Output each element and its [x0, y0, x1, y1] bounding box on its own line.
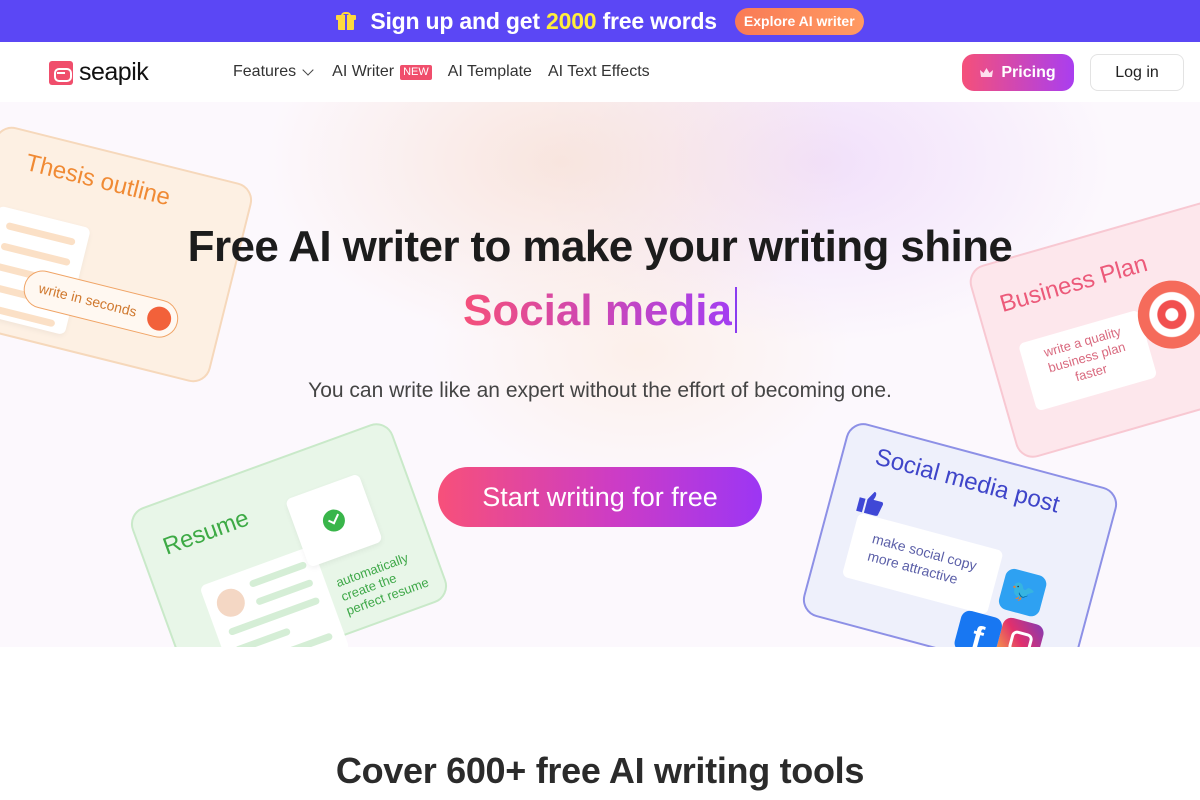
pricing-label: Pricing: [1001, 63, 1056, 81]
resume-card: Resume automatically create the perfect …: [125, 418, 453, 647]
explore-ai-writer-button[interactable]: Explore AI writer: [734, 7, 864, 35]
promo-headline: Sign up and get 2000 free words: [370, 7, 717, 34]
social-media-post-card: Social media post make social copy more …: [798, 419, 1122, 647]
typed-text: Social media: [462, 286, 732, 335]
typed-headline: Social media: [0, 286, 1200, 336]
card-title: Resume: [159, 504, 253, 561]
text-caret: [735, 287, 737, 333]
pricing-button[interactable]: Pricing: [962, 54, 1074, 91]
instagram-icon: [994, 615, 1046, 647]
card-title: Thesis outline: [22, 149, 173, 212]
logo-text: seapik: [79, 58, 149, 86]
avatar-icon: [212, 584, 249, 621]
gift-icon: [336, 12, 357, 30]
card-caption: make social copy more attractive: [841, 512, 1004, 616]
nav-item-label: Features: [233, 63, 297, 80]
login-button[interactable]: Log in: [1090, 54, 1184, 91]
nav-item-ai-writer[interactable]: AI Writer NEW: [332, 63, 432, 81]
hero-section: Thesis outline write in seconds Business…: [0, 102, 1200, 647]
nav-item-ai-template[interactable]: AI Template: [448, 63, 532, 81]
promo-highlight: 2000: [546, 7, 597, 34]
section-title: Cover 600+ free AI writing tools: [335, 750, 865, 791]
nav-item-ai-text-effects[interactable]: AI Text Effects: [548, 63, 650, 81]
new-badge: NEW: [400, 64, 432, 80]
card-caption: automatically create the perfect resume: [333, 549, 431, 619]
hero-subtitle: You can write like an expert without the…: [308, 379, 892, 402]
logo[interactable]: seapik: [49, 58, 149, 87]
nav-menu: Features AI Writer NEW AI Template AI Te…: [233, 42, 650, 102]
nav-item-label: AI Template: [447, 63, 532, 80]
crown-icon: [980, 67, 994, 78]
facebook-icon: f: [952, 608, 1004, 647]
twitter-icon: 🐦: [996, 566, 1049, 619]
top-nav: seapik Features AI Writer NEW AI Templat…: [0, 42, 1200, 102]
logo-icon: [49, 60, 73, 85]
nav-item-features[interactable]: Features: [233, 63, 316, 81]
promo-banner: Sign up and get 2000 free words Explore …: [0, 0, 1200, 42]
start-writing-button[interactable]: Start writing for free: [438, 467, 762, 527]
chevron-down-icon: [302, 64, 314, 76]
nav-item-label: AI Text Effects: [547, 63, 650, 80]
check-icon: [319, 506, 349, 535]
nav-item-label: AI Writer: [332, 63, 395, 80]
hero-title: Free AI writer to make your writing shin…: [187, 222, 1013, 271]
